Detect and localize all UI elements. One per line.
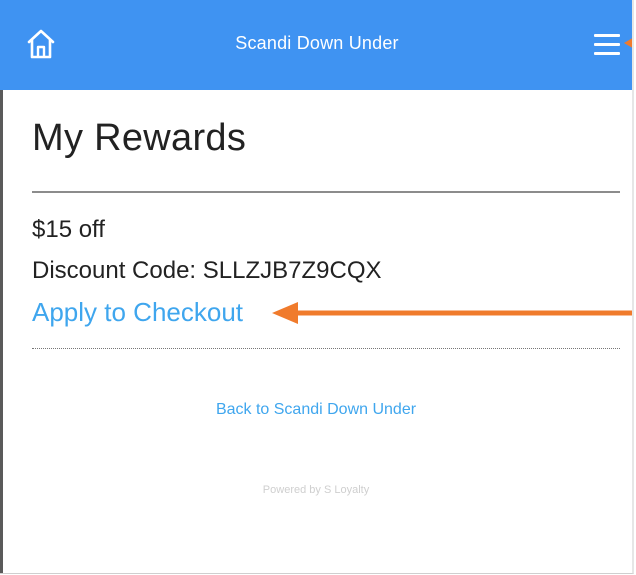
discount-code: Discount Code: SLLZJB7Z9CQX <box>32 257 382 284</box>
title-divider <box>32 191 620 193</box>
menu-button[interactable] <box>590 27 624 61</box>
reward-divider <box>32 348 620 349</box>
powered-by-text: Powered by S Loyalty <box>262 484 370 496</box>
annotation-arrow-apply <box>272 302 632 324</box>
menu-line <box>594 43 620 46</box>
reward-amount: $15 off <box>32 216 105 243</box>
app-frame: Scandi Down Under My Rewards $15 off Dis… <box>0 0 634 574</box>
menu-line <box>594 34 620 37</box>
back-to-store-link[interactable]: Back to Scandi Down Under <box>0 401 632 419</box>
apply-to-checkout-link[interactable]: Apply to Checkout <box>32 297 243 328</box>
menu-line <box>594 52 620 55</box>
top-header-bar: Scandi Down Under <box>0 0 632 90</box>
header-title: Scandi Down Under <box>235 33 399 53</box>
annotation-arrow-menu <box>624 38 632 48</box>
page-title: My Rewards <box>32 117 247 159</box>
